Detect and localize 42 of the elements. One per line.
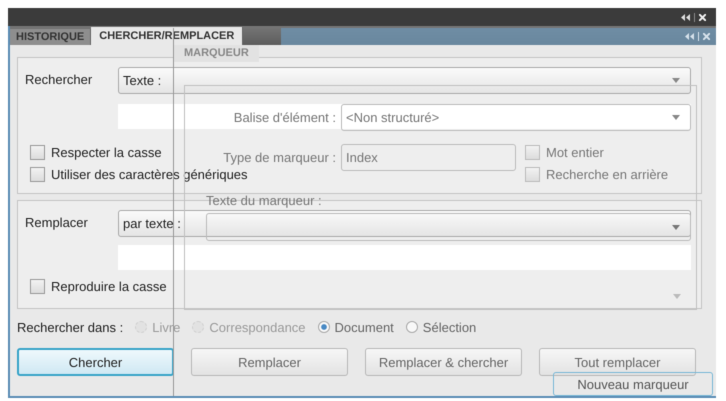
action-button[interactable]: Remplacer & chercher (365, 348, 522, 376)
dropdown[interactable] (206, 213, 691, 241)
input-field[interactable] (118, 245, 691, 270)
caret-icon (672, 78, 680, 83)
field-label: Texte du marqueur : (206, 193, 322, 208)
radio-button[interactable] (318, 321, 330, 333)
checkbox[interactable] (30, 144, 45, 160)
group-label: Rechercher (25, 71, 94, 87)
checkbox-label: Mot entier (546, 144, 604, 160)
radio-label: Correspondance (209, 320, 306, 334)
checkbox-label: Utiliser des caractères génériques (51, 166, 248, 182)
mode-dropdown[interactable]: par texte : (118, 210, 691, 237)
action-button[interactable]: Tout remplacer (539, 348, 696, 376)
dropdown[interactable]: <Non structuré> (341, 104, 691, 131)
checkbox-label: Recherche en arrière (546, 166, 668, 182)
action-button[interactable]: Remplacer (191, 348, 348, 376)
radio-label: Document (334, 320, 394, 334)
collapse-icon[interactable] (681, 14, 690, 20)
search-in-label: Rechercher dans : (17, 320, 124, 334)
checkbox-label: Respecter la casse (51, 144, 162, 160)
caret-icon (673, 294, 681, 299)
radio-label: Sélection (422, 320, 476, 334)
action-button[interactable]: Chercher (17, 348, 174, 376)
close-icon[interactable] (699, 14, 706, 20)
panel-tab[interactable]: HISTORIQUE (10, 29, 92, 45)
checkbox-label: Reproduire la casse (51, 278, 167, 294)
field-label: Balise d'élément : (232, 110, 336, 125)
new-marker-button[interactable]: Nouveau marqueur (553, 372, 713, 396)
checkbox[interactable] (525, 144, 540, 160)
group-label: Remplacer (25, 214, 89, 230)
mode-dropdown[interactable]: Texte : (118, 67, 691, 94)
panel-tab[interactable]: CHERCHER/REMPLACER (91, 27, 244, 45)
field-label: Type de marqueur : (222, 150, 336, 165)
checkbox[interactable] (30, 166, 45, 182)
radio-button[interactable] (406, 321, 418, 333)
checkbox[interactable] (30, 278, 45, 294)
panel-tab[interactable]: MARQUEUR (174, 45, 259, 62)
caret-icon (672, 224, 680, 230)
caret-icon (672, 115, 680, 120)
input-field[interactable] (118, 104, 691, 129)
checkbox[interactable] (525, 166, 540, 182)
dropdown[interactable]: Index (341, 144, 516, 171)
